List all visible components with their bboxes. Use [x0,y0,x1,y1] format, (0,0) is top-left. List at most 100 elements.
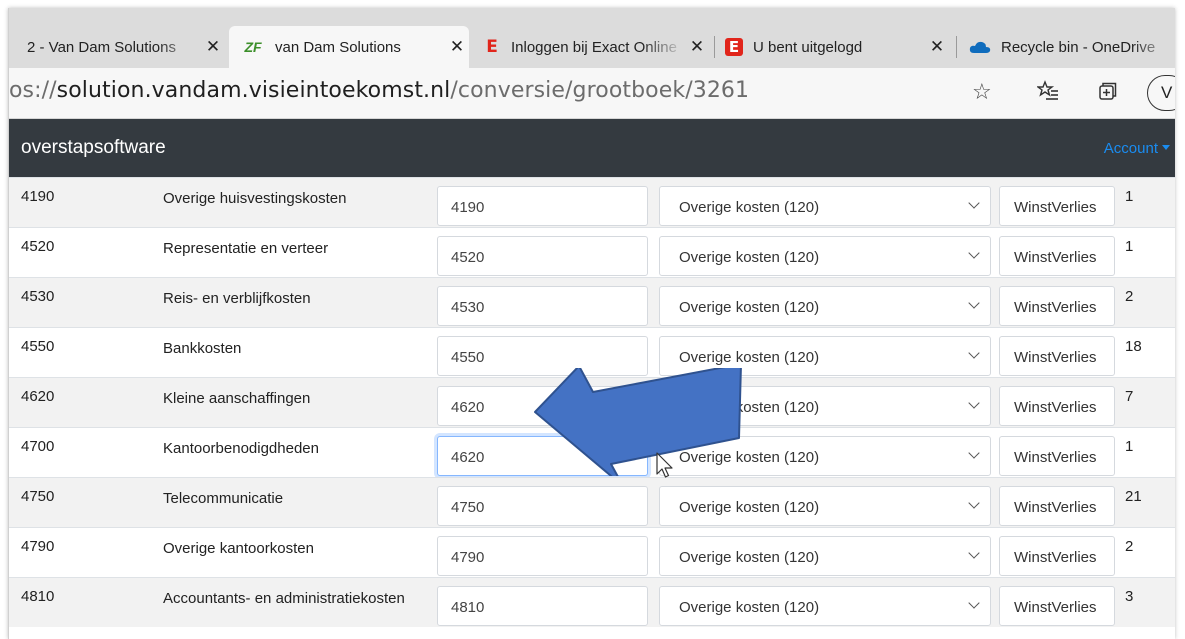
favorites-list-icon[interactable] [1035,80,1059,108]
tab-title: 2 - Van Dam Solutions [27,38,176,56]
url-host: solution.vandam.visieintoekomst.nl [56,78,451,103]
type-button[interactable]: WinstVerlies [999,436,1115,476]
exact-icon: E [486,37,498,57]
ledger-code: 4790 [21,538,55,555]
tab-title: Inloggen bij Exact Online [511,38,677,56]
chevron-down-icon [968,447,980,459]
usage-count: 18 [1125,338,1142,355]
tab-uitgelogd[interactable]: E U bent uitgelogd ✕ [725,26,949,68]
ledger-name: Kantoorbenodigdheden [163,440,319,457]
type-button[interactable]: WinstVerlies [999,586,1115,626]
usage-count: 2 [1125,538,1134,555]
table-row: 4810 Accountants- en administratiekosten 4… [9,577,1175,627]
chevron-down-icon [968,347,980,359]
zf-logo-icon: ZF [244,39,262,55]
usage-count: 1 [1125,188,1134,205]
close-icon[interactable]: ✕ [445,37,469,57]
address-bar[interactable]: os://solution.vandam.visieintoekomst.nl/… [9,68,1175,119]
collections-icon[interactable] [1096,80,1118,108]
ledger-code: 4700 [21,438,55,455]
usage-count: 21 [1125,488,1142,505]
tab-inloggen-exact[interactable]: E Inloggen bij Exact Online ✕ [483,26,709,68]
type-button[interactable]: WinstVerlies [999,286,1115,326]
target-code-input[interactable]: 4810 [437,586,648,626]
ledger-name: Bankkosten [163,340,242,357]
target-code-input[interactable]: 4620 [437,436,648,476]
ledger-name: Overige huisvestingskosten [163,190,347,207]
ledger-code: 4620 [21,388,55,405]
category-value: Overige kosten (120) [679,499,820,516]
category-select[interactable]: Overige kosten (120) [659,286,991,326]
category-value: Overige kosten (120) [679,199,820,216]
close-icon[interactable]: ✕ [925,37,949,57]
category-select[interactable]: Overige kosten (120) [659,186,991,226]
category-select[interactable]: Overige kosten (120) [659,486,991,526]
type-button[interactable]: WinstVerlies [999,536,1115,576]
tab-title: U bent uitgelogd [753,38,863,56]
table-row: 4530 Reis- en verblijfkosten 4530 Overige k… [9,277,1175,327]
chevron-down-icon [968,397,980,409]
usage-count: 1 [1125,438,1134,455]
target-code-input[interactable]: 4620 [437,386,648,426]
category-select[interactable]: Overige kosten (120) [659,336,991,376]
tab-title: Recycle bin - OneDrive [1001,38,1156,56]
ledger-name: Representatie en verteer [163,240,329,257]
target-code-input[interactable]: 4790 [437,536,648,576]
ledger-code: 4810 [21,588,55,605]
table-row: 4550 Bankkosten 4550 Overige kosten (120) Wi… [9,327,1175,377]
ledger-code: 4550 [21,338,55,355]
favorite-star-icon[interactable]: ☆ [972,80,992,105]
tab-strip: 2 - Van Dam Solutions ✕ ZF van Dam Solut… [9,8,1175,68]
chevron-down-icon [968,497,980,509]
table-row: 4750 Telecommunicatie 4750 Overige kosten (… [9,477,1175,527]
url-path: /conversie/grootboek/3261 [450,78,750,103]
account-dropdown[interactable]: Account [1104,140,1170,157]
ledger-code: 4190 [21,188,55,205]
close-icon[interactable]: ✕ [201,37,225,57]
chevron-down-icon [968,247,980,259]
close-icon[interactable]: ✕ [685,37,709,57]
type-button[interactable]: WinstVerlies [999,236,1115,276]
category-value: Overige kosten (120) [679,449,820,466]
onedrive-icon [969,40,991,54]
category-select[interactable]: Overige kosten (120) [659,386,991,426]
target-code-input[interactable]: 4550 [437,336,648,376]
profile-button[interactable]: V [1147,75,1175,111]
ledger-code: 4520 [21,238,55,255]
tab-separator [714,36,715,58]
category-select[interactable]: Overige kosten (120) [659,236,991,276]
tab-van-dam-solutions[interactable]: ZF van Dam Solutions ✕ [229,26,469,68]
ledger-name: Telecommunicatie [163,490,284,507]
target-code-input[interactable]: 4520 [437,236,648,276]
tab-van-dam-2[interactable]: 2 - Van Dam Solutions ✕ [27,26,225,68]
ledger-code: 4750 [21,488,55,505]
category-select[interactable]: Overige kosten (120) [659,536,991,576]
type-button[interactable]: WinstVerlies [999,386,1115,426]
category-select[interactable]: Overige kosten (120) [659,436,991,476]
target-code-input[interactable]: 4750 [437,486,648,526]
chevron-down-icon [968,547,980,559]
type-button[interactable]: WinstVerlies [999,336,1115,376]
browser-window: 2 - Van Dam Solutions ✕ ZF van Dam Solut… [8,8,1175,639]
table-row: 4520 Representatie en verteer 4520 Overige … [9,227,1175,277]
category-select[interactable]: Overige kosten (120) [659,586,991,626]
type-button[interactable]: WinstVerlies [999,186,1115,226]
category-value: Overige kosten (120) [679,599,820,616]
table-row: 4700 Kantoorbenodigdheden 4620 Overige kost… [9,427,1175,477]
brand-title[interactable]: overstapsoftware [21,137,166,159]
url-text[interactable]: os://solution.vandam.visieintoekomst.nl/… [9,78,749,103]
chevron-down-icon [968,597,980,609]
target-code-input[interactable]: 4530 [437,286,648,326]
app-navbar: overstapsoftware Account [9,119,1175,177]
category-value: Overige kosten (120) [679,549,820,566]
table-row: 4190 Overige huisvestingskosten 4190 Overig… [9,177,1175,227]
tab-title: van Dam Solutions [275,38,401,56]
chevron-down-icon [968,297,980,309]
chevron-down-icon [968,197,980,209]
usage-count: 2 [1125,288,1134,305]
usage-count: 7 [1125,388,1134,405]
ledger-name: Reis- en verblijfkosten [163,290,311,307]
type-button[interactable]: WinstVerlies [999,486,1115,526]
target-code-input[interactable]: 4190 [437,186,648,226]
tab-recycle-bin[interactable]: Recycle bin - OneDrive [969,26,1175,68]
